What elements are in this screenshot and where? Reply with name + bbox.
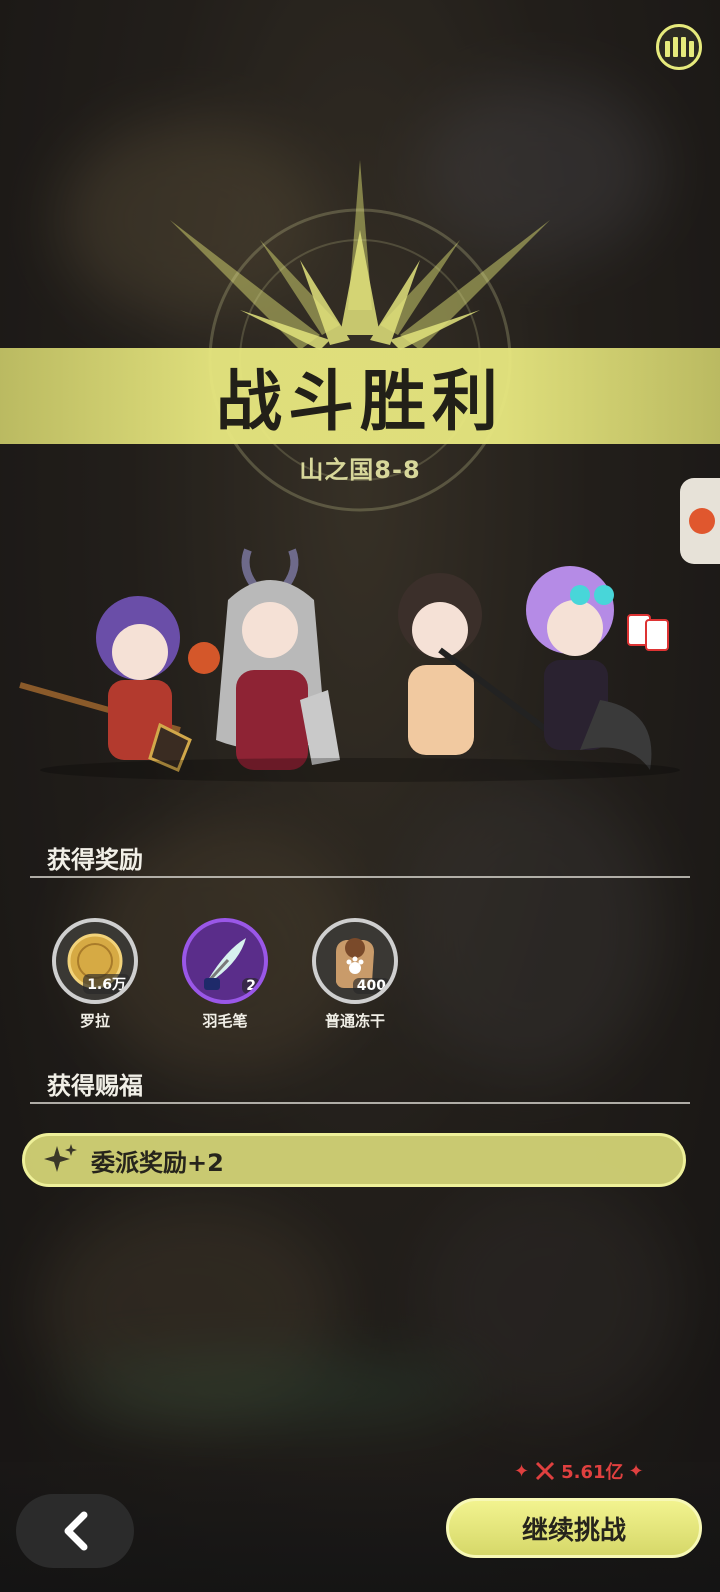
reward-item-quill[interactable]: 2 羽毛笔 bbox=[175, 918, 275, 1031]
stats-book-icon bbox=[664, 37, 694, 57]
character-4 bbox=[526, 566, 669, 770]
reward-label: 罗拉 bbox=[79, 1012, 110, 1030]
character-1 bbox=[19, 596, 192, 772]
victory-title: 战斗胜利 bbox=[216, 363, 504, 440]
reward-icon-frame: 400 bbox=[312, 918, 398, 1004]
blessing-item[interactable]: 委派奖励+2 bbox=[22, 1133, 686, 1187]
blessing-label: 委派奖励+2 bbox=[91, 1148, 224, 1177]
back-button[interactable] bbox=[16, 1494, 134, 1568]
reward-item-food-bag[interactable]: 400 普通冻干 bbox=[305, 918, 405, 1031]
reward-label: 普通冻干 bbox=[324, 1012, 385, 1030]
rewards-divider bbox=[30, 876, 690, 878]
victory-banner: 战斗胜利 bbox=[0, 348, 720, 444]
blessings-divider bbox=[30, 1102, 690, 1104]
continue-challenge-button[interactable]: 继续挑战 bbox=[446, 1498, 702, 1558]
reward-item-coin[interactable]: 1.6万 罗拉 bbox=[45, 918, 145, 1031]
crossed-swords-icon bbox=[536, 1461, 555, 1481]
combat-power: ✦ 5.61亿 ✦ bbox=[514, 1458, 644, 1484]
rewards-section-title: 获得奖励 bbox=[47, 846, 143, 874]
reward-icon-frame: 1.6万 bbox=[52, 918, 138, 1004]
team-row bbox=[0, 540, 720, 800]
reward-count: 2 bbox=[242, 978, 260, 994]
combat-power-value: 5.61亿 bbox=[561, 1462, 624, 1483]
reward-count: 1.6万 bbox=[83, 974, 130, 994]
star-right-icon: ✦ bbox=[628, 1460, 644, 1482]
chevron-left-icon bbox=[64, 1511, 88, 1551]
reward-icon-frame: 2 bbox=[182, 918, 268, 1004]
stats-button[interactable] bbox=[656, 24, 702, 70]
reward-label: 羽毛笔 bbox=[202, 1012, 248, 1030]
character-2 bbox=[188, 548, 340, 770]
star-left-icon: ✦ bbox=[514, 1460, 530, 1482]
reward-count: 400 bbox=[352, 978, 390, 994]
blessings-section-title: 获得赐福 bbox=[47, 1072, 143, 1100]
sparkle-icon bbox=[44, 1144, 77, 1172]
stage-label: 山之国8-8 bbox=[299, 456, 421, 484]
